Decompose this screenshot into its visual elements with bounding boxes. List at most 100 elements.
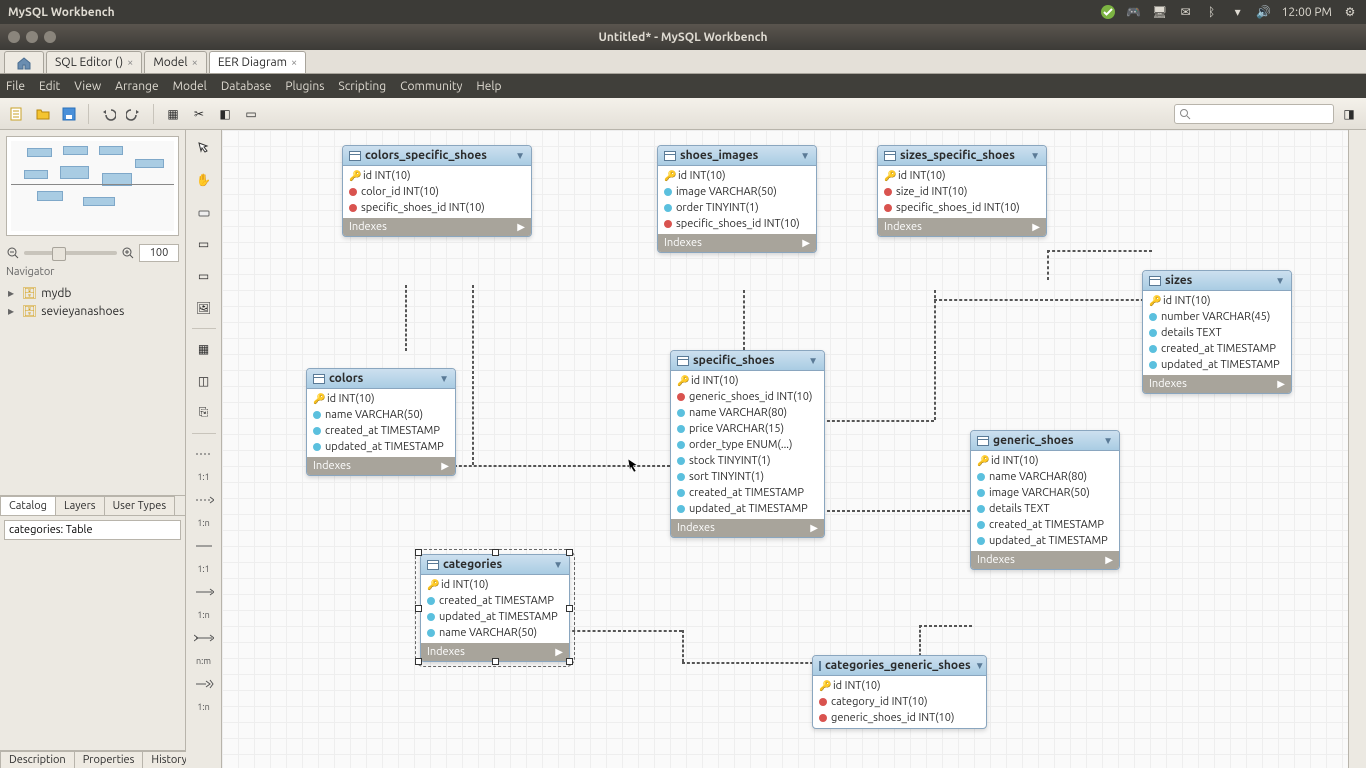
- column-row[interactable]: created_at TIMESTAMP: [671, 485, 824, 501]
- column-row[interactable]: 🔑id INT(10): [813, 678, 986, 694]
- selection-handle[interactable]: [566, 605, 573, 612]
- entity-colors_specific_shoes[interactable]: colors_specific_shoes▼🔑id INT(10)color_i…: [342, 145, 532, 237]
- column-row[interactable]: specific_shoes_id INT(10): [343, 200, 531, 216]
- column-row[interactable]: generic_shoes_id INT(10): [671, 389, 824, 405]
- undo-button[interactable]: [97, 103, 119, 125]
- relation-1-n-id-tool[interactable]: [190, 578, 218, 606]
- menu-community[interactable]: Community: [400, 80, 462, 93]
- sidebar-tab-layers[interactable]: Layers: [55, 496, 105, 515]
- entity-header[interactable]: sizes▼: [1143, 271, 1291, 291]
- save-button[interactable]: [58, 103, 80, 125]
- column-row[interactable]: updated_at TIMESTAMP: [671, 501, 824, 517]
- entity-categories_generic_shoes[interactable]: categories_generic_shoes▼🔑id INT(10)cate…: [812, 655, 987, 729]
- column-row[interactable]: specific_shoes_id INT(10): [878, 200, 1046, 216]
- selection-handle[interactable]: [566, 658, 573, 665]
- relation-n-m-tool[interactable]: [190, 624, 218, 652]
- sidebar-tab-user-types[interactable]: User Types: [104, 496, 176, 515]
- column-row[interactable]: specific_shoes_id INT(10): [658, 216, 816, 232]
- entity-header[interactable]: categories_generic_shoes▼: [813, 656, 986, 676]
- column-row[interactable]: image VARCHAR(50): [971, 485, 1119, 501]
- zoom-value[interactable]: 100: [139, 244, 179, 262]
- column-row[interactable]: 🔑id INT(10): [307, 391, 455, 407]
- column-row[interactable]: name VARCHAR(80): [971, 469, 1119, 485]
- entity-header[interactable]: sizes_specific_shoes▼: [878, 146, 1046, 166]
- entity-header[interactable]: shoes_images▼: [658, 146, 816, 166]
- entity-header[interactable]: colors▼: [307, 369, 455, 389]
- sidebar-tab-properties[interactable]: Properties: [74, 751, 144, 768]
- column-row[interactable]: created_at TIMESTAMP: [1143, 341, 1291, 357]
- column-row[interactable]: order_type ENUM(...): [671, 437, 824, 453]
- home-tab[interactable]: [4, 51, 44, 73]
- tab-model[interactable]: Model×: [144, 51, 206, 73]
- entity-sizes_specific_shoes[interactable]: sizes_specific_shoes▼🔑id INT(10)size_id …: [877, 145, 1047, 237]
- bluetooth-icon[interactable]: ᛒ: [1204, 4, 1220, 20]
- column-row[interactable]: stock TINYINT(1): [671, 453, 824, 469]
- page-button[interactable]: ▭: [240, 103, 262, 125]
- indexes-section[interactable]: Indexes▶: [307, 457, 455, 475]
- selection-description-input[interactable]: [4, 520, 181, 540]
- selection-handle[interactable]: [492, 658, 499, 665]
- routine-group-tool[interactable]: ⎘: [190, 399, 218, 427]
- column-row[interactable]: updated_at TIMESTAMP: [421, 609, 569, 625]
- indexes-section[interactable]: Indexes▶: [671, 519, 824, 537]
- tab-eer-diagram[interactable]: EER Diagram×: [209, 51, 306, 73]
- indexes-section[interactable]: Indexes▶: [658, 234, 816, 252]
- column-row[interactable]: 🔑id INT(10): [421, 577, 569, 593]
- column-row[interactable]: details TEXT: [971, 501, 1119, 517]
- selection-handle[interactable]: [566, 549, 573, 556]
- close-icon[interactable]: ×: [192, 57, 198, 69]
- pointer-tool[interactable]: [190, 134, 218, 162]
- diagram-canvas[interactable]: colors_specific_shoes▼ 🔑id INT(10) color_i…: [222, 130, 1348, 768]
- menu-arrange[interactable]: Arrange: [115, 80, 158, 93]
- zoom-in-button[interactable]: [121, 246, 135, 260]
- column-row[interactable]: 🔑id INT(10): [671, 373, 824, 389]
- zoom-out-button[interactable]: [6, 246, 20, 260]
- entity-generic_shoes[interactable]: generic_shoes▼🔑id INT(10)name VARCHAR(80…: [970, 430, 1120, 570]
- indexes-section[interactable]: Indexes▶: [343, 218, 531, 236]
- close-icon[interactable]: ×: [291, 57, 297, 69]
- selection-handle[interactable]: [415, 549, 422, 556]
- diagram-minimap[interactable]: [6, 136, 179, 236]
- entity-header[interactable]: generic_shoes▼: [971, 431, 1119, 451]
- column-row[interactable]: name VARCHAR(50): [421, 625, 569, 641]
- display-icon[interactable]: 🖥: [1152, 4, 1168, 20]
- relation-existing-tool[interactable]: [190, 670, 218, 698]
- indexes-section[interactable]: Indexes▶: [878, 218, 1046, 236]
- hand-tool[interactable]: ✋: [190, 166, 218, 194]
- menu-scripting[interactable]: Scripting: [338, 80, 386, 93]
- entity-colors[interactable]: colors▼🔑id INT(10)name VARCHAR(50)create…: [306, 368, 456, 476]
- grid-toggle-button[interactable]: ▦: [162, 103, 184, 125]
- sidebar-tab-catalog[interactable]: Catalog: [0, 496, 56, 515]
- selection-handle[interactable]: [415, 658, 422, 665]
- catalog-tree[interactable]: ▸🗄mydb ▸🗄sevieyanashoes: [0, 280, 185, 495]
- column-row[interactable]: 🔑id INT(10): [658, 168, 816, 184]
- notation-button[interactable]: ◧: [214, 103, 236, 125]
- column-row[interactable]: generic_shoes_id INT(10): [813, 710, 986, 726]
- redo-button[interactable]: [123, 103, 145, 125]
- entity-sizes[interactable]: sizes▼🔑id INT(10)number VARCHAR(45)detai…: [1142, 270, 1292, 394]
- entity-header[interactable]: colors_specific_shoes▼: [343, 146, 531, 166]
- status-ok-icon[interactable]: [1100, 4, 1116, 20]
- layer-tool[interactable]: ▭: [190, 230, 218, 258]
- tree-item-mydb[interactable]: ▸🗄mydb: [4, 284, 181, 302]
- relation-1-n-tool[interactable]: [190, 486, 218, 514]
- table-tool[interactable]: ▦: [190, 335, 218, 363]
- selection-handle[interactable]: [415, 605, 422, 612]
- column-row[interactable]: created_at TIMESTAMP: [421, 593, 569, 609]
- column-row[interactable]: color_id INT(10): [343, 184, 531, 200]
- image-tool[interactable]: 🖼: [190, 294, 218, 322]
- relation-1-1-tool[interactable]: [190, 440, 218, 468]
- relation-1-1-id-tool[interactable]: [190, 532, 218, 560]
- maximize-window-button[interactable]: [44, 31, 56, 43]
- mail-icon[interactable]: ✉: [1178, 4, 1194, 20]
- power-icon[interactable]: ⚙: [1342, 4, 1358, 20]
- column-row[interactable]: image VARCHAR(50): [658, 184, 816, 200]
- column-row[interactable]: 🔑id INT(10): [878, 168, 1046, 184]
- text-tool[interactable]: ▭: [190, 262, 218, 290]
- indexes-section[interactable]: Indexes▶: [971, 551, 1119, 569]
- selection-handle[interactable]: [492, 549, 499, 556]
- zoom-slider[interactable]: [24, 251, 117, 255]
- menu-view[interactable]: View: [74, 80, 101, 93]
- menu-model[interactable]: Model: [173, 80, 207, 93]
- search-input[interactable]: [1174, 104, 1334, 124]
